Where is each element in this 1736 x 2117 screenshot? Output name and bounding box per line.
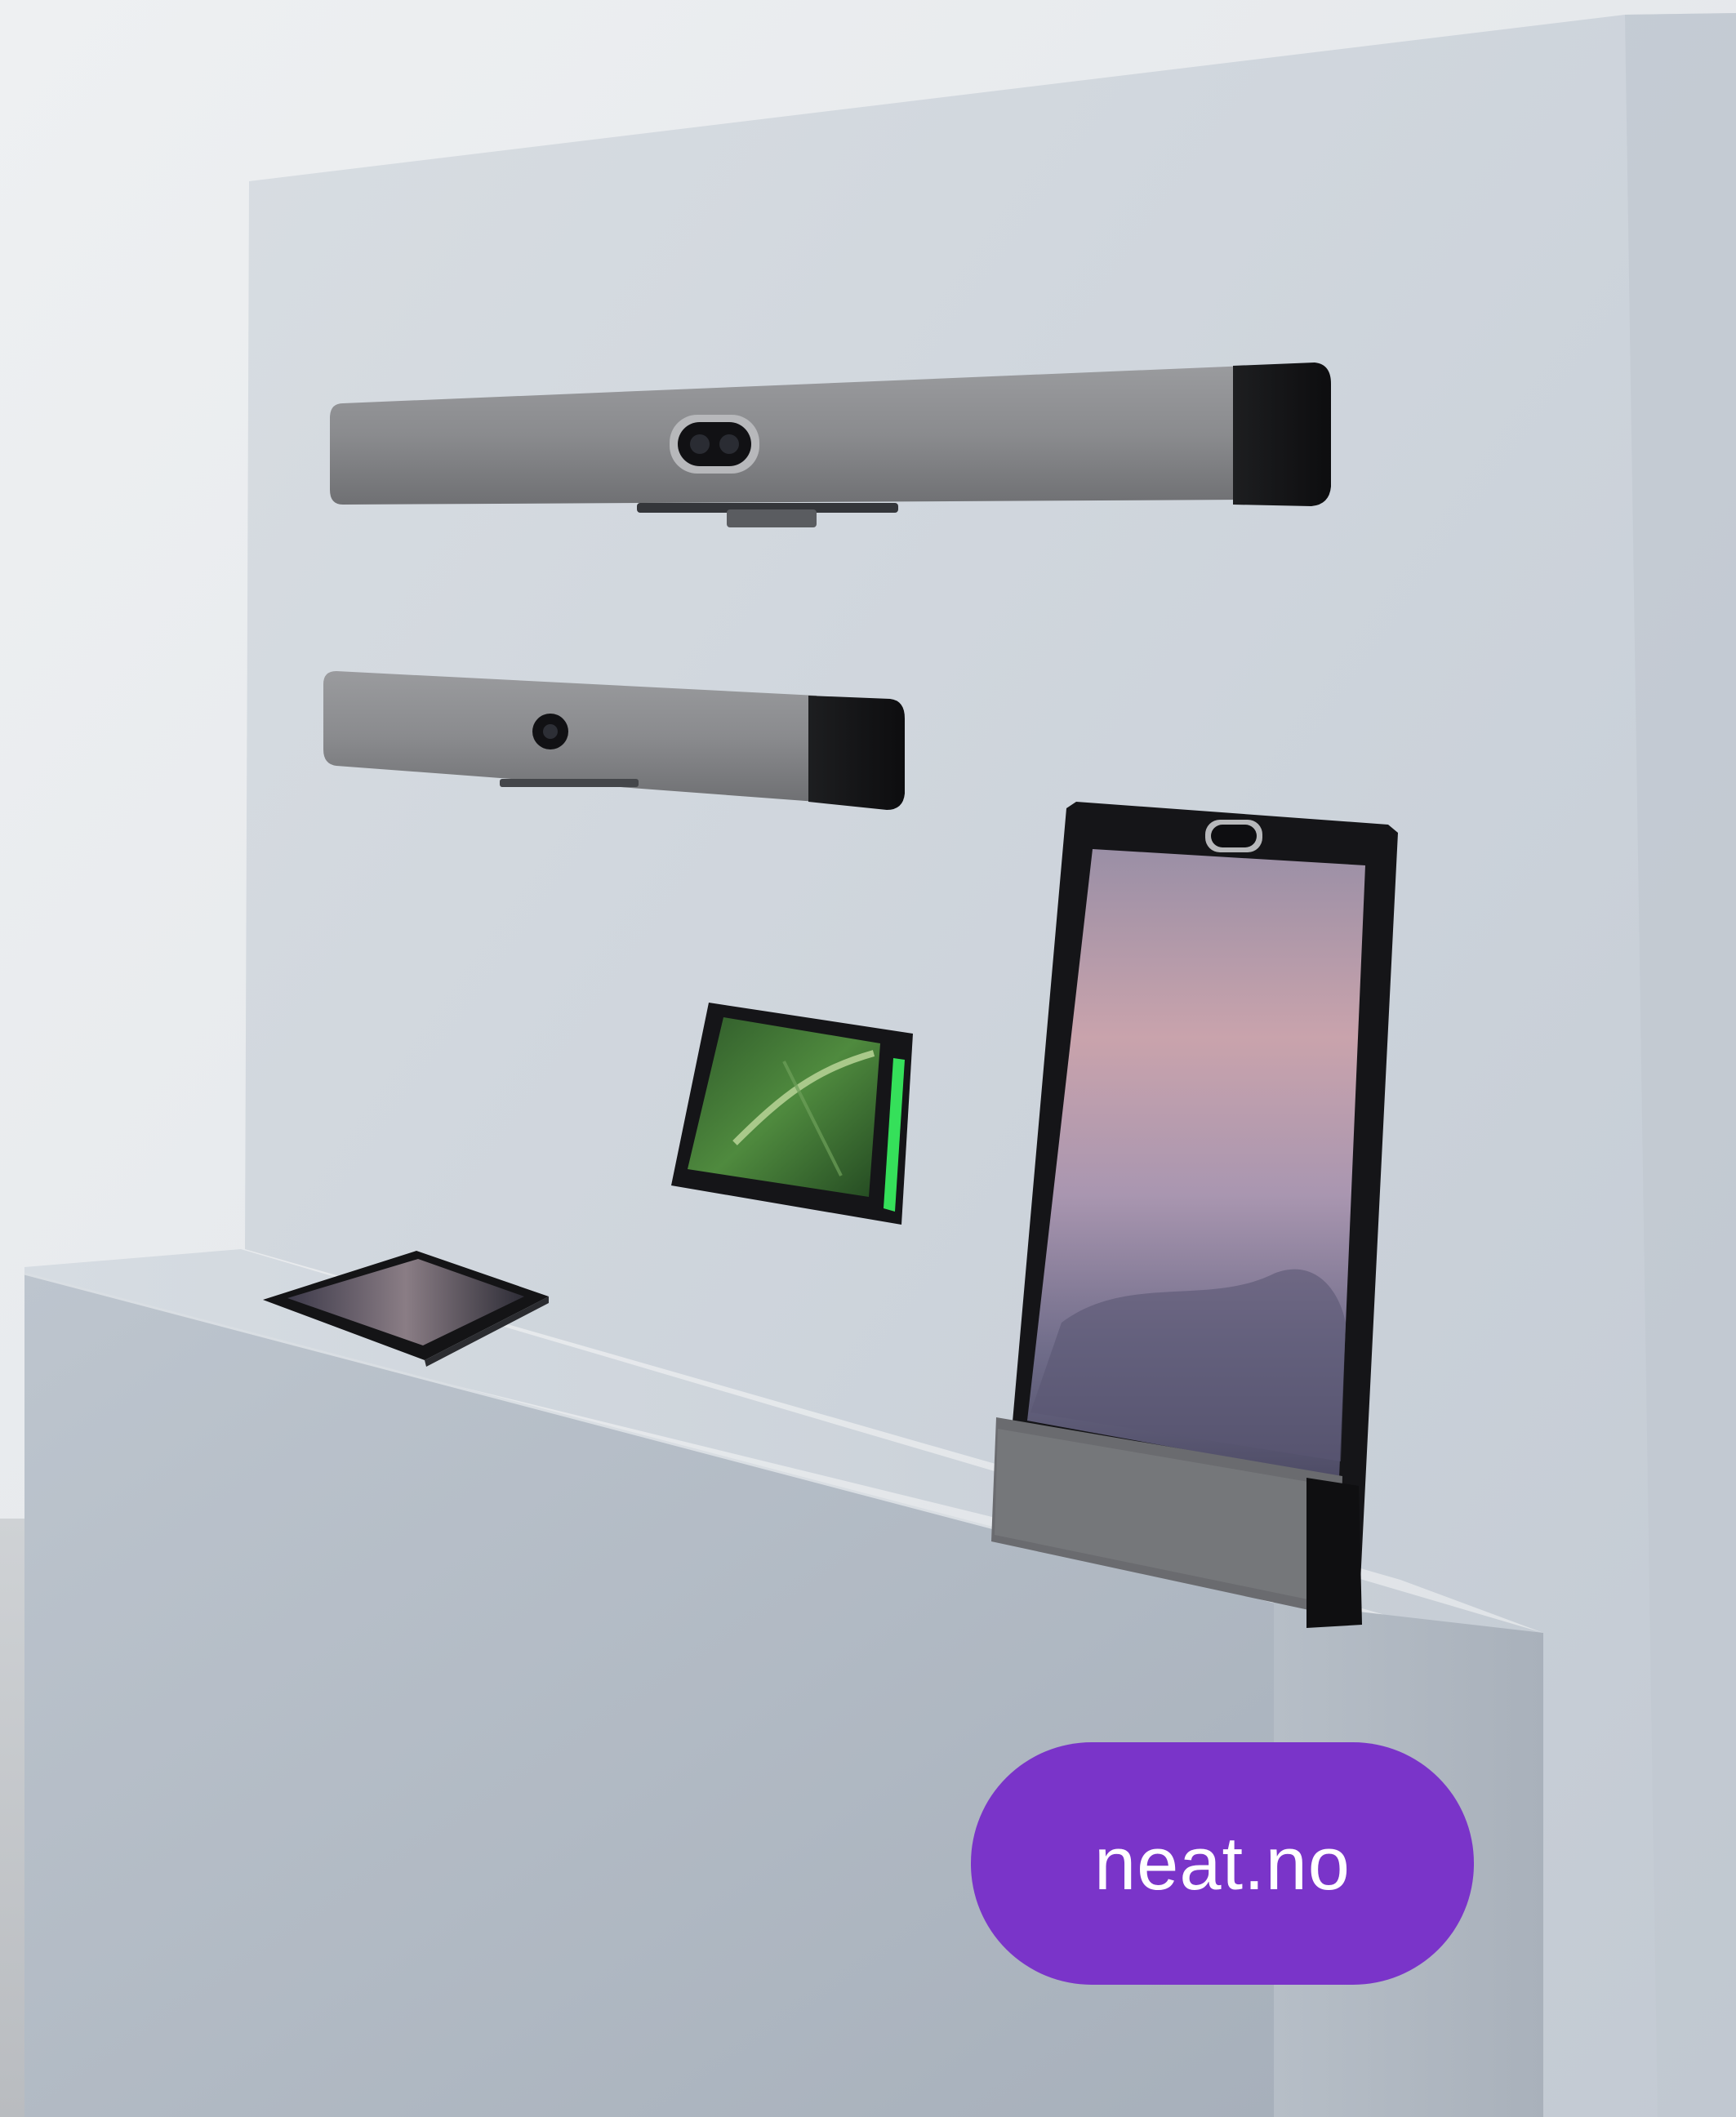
product-photo: neat.no [0,0,1736,2117]
website-link-pill[interactable]: neat.no [971,1742,1474,1985]
product-photo-drawing [0,0,1736,2117]
wall-tablet [671,1003,913,1225]
website-link-label: neat.no [1094,1821,1351,1906]
